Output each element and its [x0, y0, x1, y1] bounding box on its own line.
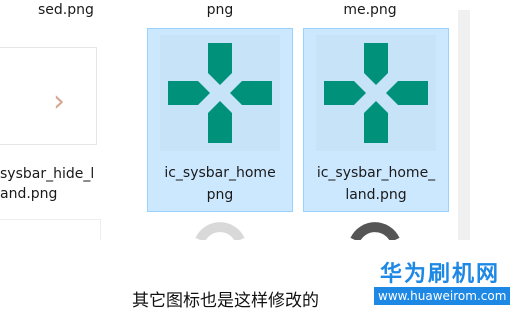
file-item-partial-3[interactable] [315, 220, 435, 240]
file-name: sysbar_hide_l [0, 166, 95, 182]
file-item-sysbar-hide-land[interactable]: › sysbar_hide_l and.png [0, 28, 140, 208]
thumbnail [160, 35, 280, 151]
file-explorer-view: sed.png png me.png › sysbar_hide_l and.p… [0, 0, 470, 240]
vertical-scrollbar[interactable] [458, 10, 470, 240]
watermark-site-name: 华为刷机网 [380, 262, 501, 287]
file-item-ic-sysbar-home-land[interactable]: ic_sysbar_home_ land.png [303, 28, 449, 212]
file-name-line2: land.png [345, 187, 407, 203]
file-name-line2: png [206, 187, 234, 203]
thumbnail [316, 35, 436, 151]
dpad-icon [168, 43, 272, 143]
caption-text: 其它图标也是这样修改的 [132, 291, 319, 311]
chevron-right-icon: › [53, 84, 65, 119]
thumbnail [0, 48, 96, 144]
file-name-top-3[interactable]: me.png [305, 0, 435, 20]
file-item-partial-1[interactable] [0, 220, 100, 240]
circle-icon [350, 222, 400, 240]
file-name: ic_sysbar_home_ [316, 165, 436, 181]
dpad-icon [324, 43, 428, 143]
file-name: ic_sysbar_home [164, 165, 276, 181]
file-name-line2: and.png [0, 186, 58, 202]
file-item-ic-sysbar-home[interactable]: ic_sysbar_home png [147, 28, 293, 212]
circle-icon [195, 222, 245, 240]
watermark-url: www.huaweirom.com [374, 287, 511, 305]
file-name-top-2[interactable]: png [160, 0, 280, 20]
file-name-top-1[interactable]: sed.png [38, 0, 138, 20]
file-item-partial-2[interactable] [160, 220, 280, 240]
